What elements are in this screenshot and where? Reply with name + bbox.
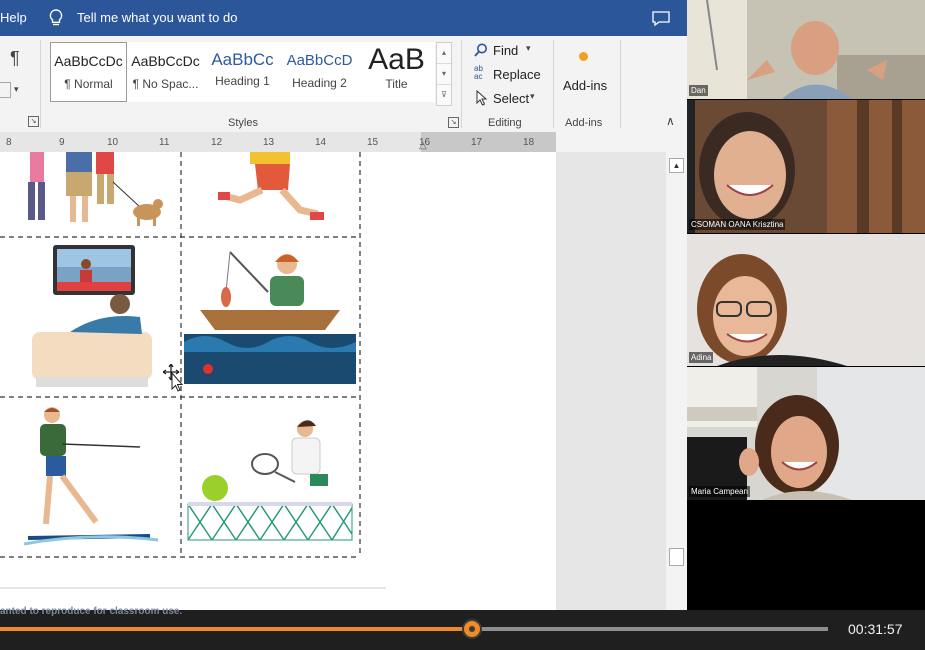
participant-video <box>687 100 925 233</box>
style-name: ¶ Normal <box>64 77 113 91</box>
indent-marker-icon[interactable]: △ <box>419 140 427 151</box>
help-menu-tab[interactable]: Help <box>0 10 27 25</box>
participant-name: CSOMAN OANA Krisztina <box>689 219 786 230</box>
cursor-arrow-icon <box>476 90 488 106</box>
more-styles-icon[interactable]: ⊽ <box>437 84 451 105</box>
participant-video <box>687 367 925 500</box>
participant-tile-dan[interactable]: Dan <box>687 0 925 99</box>
ruler-tick: 10 <box>107 137 119 148</box>
border-dropdown-button[interactable] <box>0 82 11 98</box>
move-cursor-icon <box>163 364 184 392</box>
ruler-tick: 18 <box>523 137 535 148</box>
ribbon-title-bar: Help Tell me what you want to do <box>0 0 687 36</box>
addins-group-label: Add-ins <box>565 117 603 129</box>
style-sample: AaBbCcD <box>286 52 353 69</box>
addins-label: Add-ins <box>563 78 608 93</box>
participant-video <box>687 234 925 366</box>
style-sample: AaBbCc <box>211 50 274 69</box>
style-normal[interactable]: AaBbCcDc ¶ Normal <box>50 42 127 102</box>
style-heading-2[interactable]: AaBbCcD Heading 2 <box>281 42 358 102</box>
chevron-down-icon[interactable]: ▾ <box>14 84 19 95</box>
ruler-tick: 15 <box>367 137 379 148</box>
editing-group-label: Editing <box>488 117 522 129</box>
participant-video <box>687 0 925 99</box>
video-call-panel: Dan CSOMAN OANA Krisztina Adina Maria Ca… <box>687 0 925 610</box>
style-sample: AaBbCcDc <box>131 53 200 69</box>
replace-button[interactable]: ab ac Replace <box>474 65 552 85</box>
ruler-tick: 8 <box>6 137 12 148</box>
tell-me-search[interactable]: Tell me what you want to do <box>77 10 237 25</box>
participant-tile-maria-campean[interactable]: Maria Campean <box>687 367 925 500</box>
participant-tile-adina[interactable]: Adina <box>687 234 925 366</box>
progress-knob[interactable] <box>461 619 482 639</box>
find-label: Find <box>493 43 519 58</box>
chevron-down-icon: ▾ <box>526 43 531 53</box>
styles-gallery: AaBbCcDc ¶ Normal AaBbCcDc ¶ No Spac... … <box>48 36 436 106</box>
collapse-ribbon-icon[interactable]: ∧ <box>666 114 675 128</box>
ruler-tick: 17 <box>471 137 483 148</box>
ruler-tick: 13 <box>263 137 275 148</box>
search-icon <box>474 43 487 57</box>
water-skiing-illustration[interactable] <box>23 407 159 546</box>
style-sample: AaB <box>368 43 425 76</box>
participant-name: Maria Campean <box>689 486 750 497</box>
ruler-background <box>556 132 687 152</box>
comments-icon[interactable] <box>652 11 670 26</box>
participant-name: Dan <box>689 85 708 96</box>
document-footer-text: anted to reproduce for classroom use. <box>0 606 183 617</box>
style-heading-1[interactable]: AaBbCc Heading 1 <box>204 42 281 102</box>
fishing-boat-illustration[interactable] <box>184 251 356 384</box>
addins-button[interactable]: Add-ins <box>558 44 613 100</box>
styles-group-label: Styles <box>228 117 258 129</box>
select-button[interactable]: Select ▾ <box>474 89 552 109</box>
scroll-up-icon[interactable]: ▴ <box>437 43 451 63</box>
running-person-illustration[interactable] <box>218 152 324 220</box>
style-name: ¶ No Spac... <box>132 77 199 91</box>
participant-name: Adina <box>689 352 714 363</box>
document-page[interactable] <box>0 152 556 610</box>
watching-tv-illustration[interactable] <box>32 245 152 387</box>
scroll-down-icon[interactable]: ▾ <box>437 63 451 84</box>
tennis-player-illustration[interactable] <box>187 420 353 541</box>
progress-played <box>0 627 472 631</box>
replace-icon: ab ac <box>474 64 483 81</box>
styles-dialog-launcher-icon[interactable]: ↘ <box>448 117 459 128</box>
family-walking-dog-illustration[interactable] <box>28 152 163 226</box>
participant-tile-csoman-oana-krisztina[interactable]: CSOMAN OANA Krisztina <box>687 100 925 233</box>
picture-grid <box>0 152 386 589</box>
scrollbar-thumb[interactable] <box>669 548 684 566</box>
paragraph-dialog-launcher-icon[interactable]: ↘ <box>28 116 39 127</box>
style-name: Heading 2 <box>292 76 347 90</box>
horizontal-ruler[interactable]: 8 9 10 11 12 13 14 15 16 17 18 △ <box>0 132 556 153</box>
lightbulb-icon <box>49 9 63 26</box>
chevron-down-icon: ▾ <box>530 91 535 101</box>
ribbon: ¶ ▾ ↘ AaBbCcDc ¶ Normal AaBbCcDc ¶ No Sp… <box>0 36 687 133</box>
scroll-up-arrow-icon[interactable]: ▲ <box>669 158 684 173</box>
ruler-margin <box>421 132 556 152</box>
ruler-tick: 11 <box>159 137 170 148</box>
style-no-spacing[interactable]: AaBbCcDc ¶ No Spac... <box>127 42 204 102</box>
video-player-controls: anted to reproduce for classroom use. 00… <box>0 606 925 650</box>
ruler-tick: 14 <box>315 137 327 148</box>
vertical-scrollbar[interactable]: ▲ <box>666 152 687 610</box>
addins-icon <box>579 52 588 61</box>
style-name: Title <box>385 77 408 91</box>
style-title[interactable]: AaB Title <box>358 42 435 102</box>
ruler-tick: 12 <box>211 137 223 148</box>
find-button[interactable]: Find ▾ <box>474 41 552 61</box>
time-display: 00:31:57 <box>848 621 903 637</box>
ruler-tick: 9 <box>59 137 65 148</box>
progress-track[interactable] <box>0 619 828 639</box>
replace-label: Replace <box>493 67 541 82</box>
style-sample: AaBbCcDc <box>54 53 123 69</box>
style-name: Heading 1 <box>215 74 270 88</box>
show-formatting-marks-button[interactable]: ¶ <box>10 48 20 69</box>
select-label: Select <box>493 91 530 106</box>
styles-gallery-scroll[interactable]: ▴ ▾ ⊽ <box>436 42 452 106</box>
